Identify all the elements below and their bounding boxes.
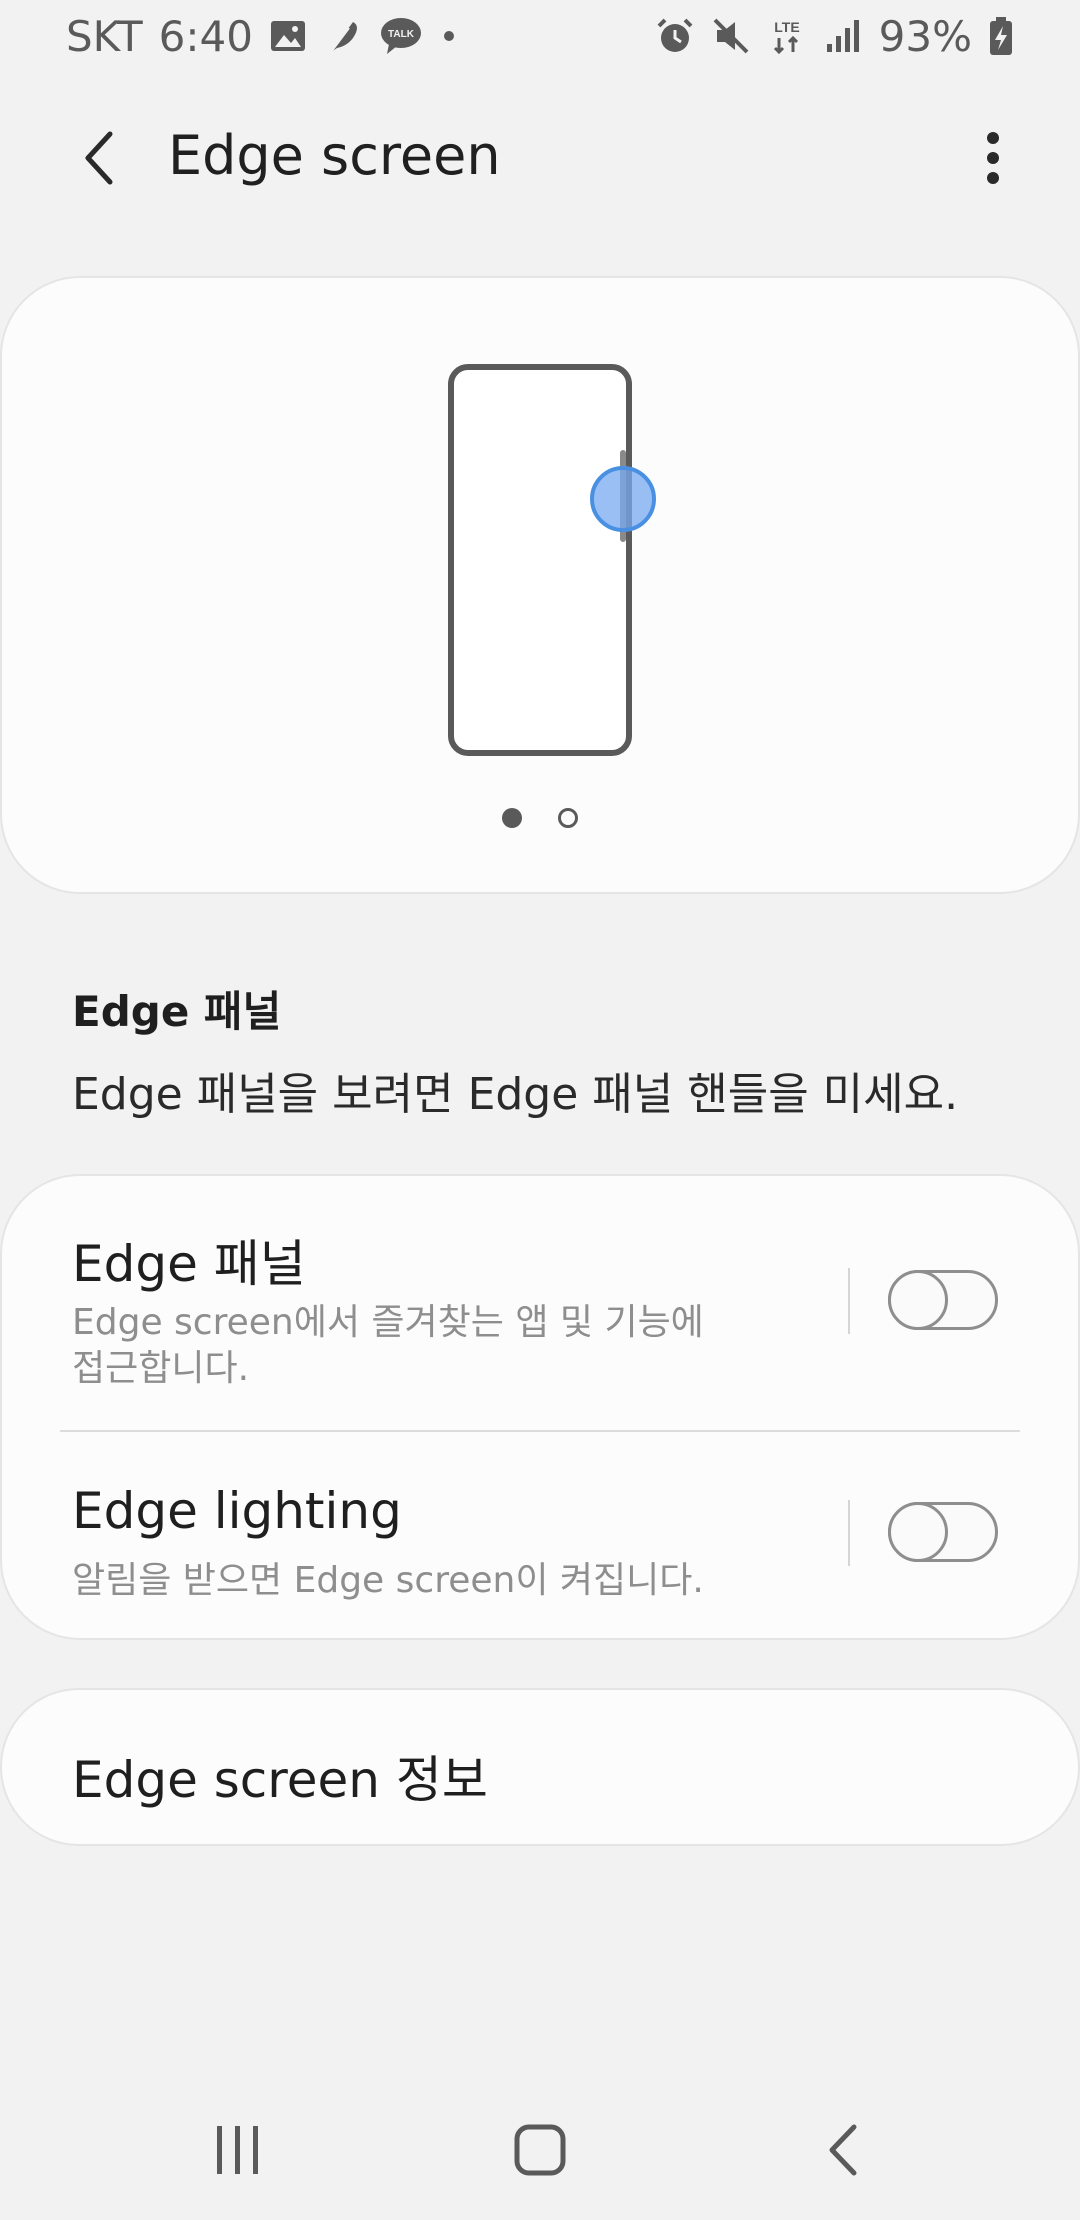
chevron-left-icon: [85, 131, 113, 185]
section-description: Edge 패널을 보려면 Edge 패널 핸들을 미세요.: [72, 1069, 959, 1120]
toggle-knob: [888, 1270, 948, 1330]
lte-label: LTE: [774, 19, 799, 35]
clock: 6:40: [158, 11, 253, 61]
more-vert-icon: [987, 132, 999, 184]
system-back-button[interactable]: [782, 2100, 902, 2200]
toggle-knob: [888, 1502, 948, 1562]
section-title: Edge 패널: [72, 987, 282, 1036]
navigation-bar: [0, 2100, 1080, 2220]
home-button[interactable]: [480, 2100, 600, 2200]
back-button[interactable]: [60, 118, 140, 198]
battery-icon: [988, 16, 1014, 56]
edge-lighting-subtitle: 알림을 받으면 Edge screen이 켜집니다.: [72, 1560, 704, 1601]
touch-indicator-illustration: [590, 466, 656, 532]
mute-icon: [711, 16, 751, 56]
edge-lighting-toggle[interactable]: [888, 1502, 998, 1562]
kakaotalk-icon: TALK: [379, 16, 423, 56]
recents-icon: [217, 2126, 258, 2174]
lte-icon: LTE: [767, 16, 807, 56]
page-title: Edge screen: [168, 124, 501, 187]
image-icon: [269, 19, 307, 53]
status-bar-right: LTE 93%: [655, 12, 1014, 61]
carrier-label: SKT: [66, 11, 143, 61]
signal-icon: [823, 16, 863, 56]
app-bar: Edge screen: [0, 90, 1080, 225]
divider-vertical: [848, 1500, 850, 1566]
more-options-button[interactable]: [958, 118, 1028, 198]
about-label: Edge screen 정보: [72, 1751, 488, 1809]
recents-button[interactable]: [178, 2100, 298, 2200]
edge-panel-subtitle-line2: 접근합니다.: [72, 1348, 250, 1389]
page-dot-active[interactable]: [502, 808, 522, 828]
edge-panel-toggle[interactable]: [888, 1270, 998, 1330]
page-indicator: [0, 808, 1080, 828]
divider-vertical: [848, 1268, 850, 1334]
edge-lighting-row[interactable]: Edge lighting 알림을 받으면 Edge screen이 켜집니다.: [0, 1432, 1080, 1640]
status-bar: SKT 6:40 TALK LTE 93%: [0, 0, 1080, 72]
edge-lighting-title: Edge lighting: [72, 1482, 402, 1540]
phone-illustration: [448, 364, 632, 756]
feather-icon: [323, 16, 363, 56]
battery-percent: 93%: [878, 11, 972, 61]
edge-panel-title: Edge 패널: [72, 1235, 306, 1293]
page-dot-inactive[interactable]: [558, 808, 578, 828]
edge-panel-row[interactable]: Edge 패널 Edge screen에서 즐겨찾는 앱 및 기능에 접근합니다…: [0, 1174, 1080, 1430]
talk-label: TALK: [388, 29, 415, 40]
home-icon: [514, 2124, 566, 2176]
status-bar-left: SKT 6:40 TALK: [66, 12, 459, 61]
back-arrow-icon: [829, 2124, 857, 2176]
dot-icon: [439, 26, 459, 46]
edge-panel-subtitle-line1: Edge screen에서 즐겨찾는 앱 및 기능에: [72, 1302, 704, 1343]
alarm-icon: [655, 16, 695, 56]
